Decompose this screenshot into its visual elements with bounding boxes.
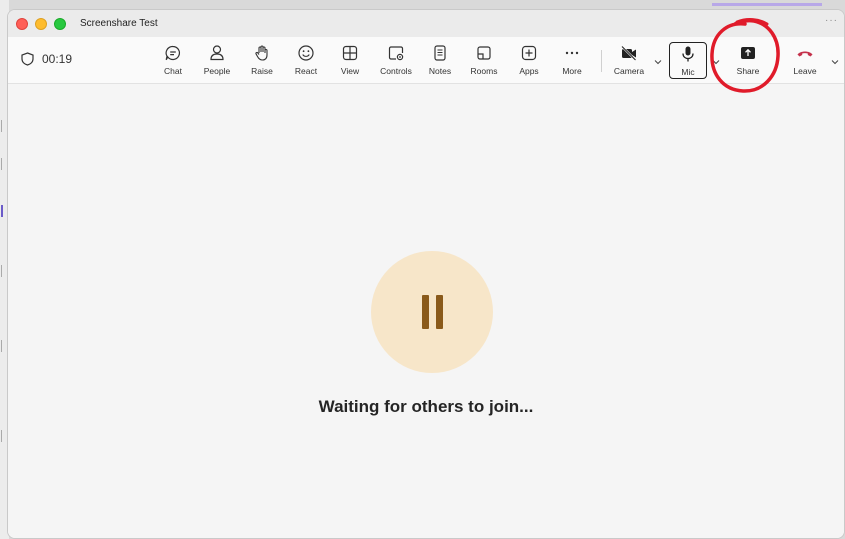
- camera-label: Camera: [613, 66, 645, 76]
- meeting-window: Screenshare Test ··· 00:19 Chat People R…: [7, 9, 845, 539]
- shield-icon: [21, 52, 34, 66]
- people-icon: [210, 45, 224, 61]
- phone-hangup-icon: [797, 51, 813, 57]
- toolbar-divider: [601, 50, 602, 72]
- chat-label: Chat: [164, 66, 182, 76]
- leave-label: Leave: [793, 66, 817, 76]
- waiting-avatar: [371, 251, 493, 373]
- camera-off-icon: [621, 45, 637, 61]
- share-icon: [741, 47, 755, 59]
- chat-icon: [165, 45, 181, 61]
- meeting-toolbar: 00:19 Chat People Raise React View Contr…: [8, 37, 844, 84]
- camera-button[interactable]: Camera: [606, 42, 652, 80]
- call-timer-text: 00:19: [42, 52, 73, 66]
- meeting-stage: Waiting for others to join...: [8, 84, 844, 538]
- share-button[interactable]: Share: [725, 42, 771, 80]
- window-title: Screenshare Test: [80, 18, 158, 29]
- more-button[interactable]: More: [549, 42, 595, 80]
- minimize-window-button[interactable]: [35, 18, 47, 30]
- apps-button[interactable]: Apps: [506, 42, 552, 80]
- title-bar: Screenshare Test ···: [8, 10, 844, 37]
- view-icon: [342, 45, 358, 61]
- notes-icon: [434, 45, 446, 61]
- react-label: React: [294, 66, 318, 76]
- apps-label: Apps: [519, 66, 539, 76]
- chat-button[interactable]: Chat: [150, 42, 196, 80]
- apps-icon: [521, 45, 537, 61]
- zoom-window-button[interactable]: [54, 18, 66, 30]
- controls-button[interactable]: Controls: [373, 42, 419, 80]
- chevron-down-icon: [831, 60, 839, 65]
- controls-label: Controls: [380, 66, 412, 76]
- close-window-button[interactable]: [16, 18, 28, 30]
- people-label: People: [203, 66, 231, 76]
- leave-button[interactable]: Leave: [782, 42, 828, 80]
- mic-options-dropdown[interactable]: [711, 54, 721, 65]
- notes-label: Notes: [428, 66, 452, 76]
- call-timer: 00:19: [21, 52, 72, 66]
- chevron-down-icon: [654, 60, 662, 65]
- title-more-button[interactable]: ···: [825, 15, 838, 26]
- rooms-icon: [477, 46, 491, 60]
- people-button[interactable]: People: [194, 42, 240, 80]
- share-label: Share: [736, 66, 760, 76]
- react-icon: [298, 45, 314, 61]
- react-button[interactable]: React: [283, 42, 329, 80]
- mic-button[interactable]: Mic: [669, 42, 707, 79]
- more-icon: [565, 51, 579, 55]
- view-label: View: [340, 66, 360, 76]
- raise-hand-icon: [255, 45, 268, 61]
- notes-button[interactable]: Notes: [417, 42, 463, 80]
- rooms-button[interactable]: Rooms: [461, 42, 507, 80]
- camera-options-dropdown[interactable]: [653, 54, 663, 65]
- mic-label: Mic: [681, 67, 695, 77]
- raise-label: Raise: [251, 66, 273, 76]
- view-button[interactable]: View: [327, 42, 373, 80]
- raise-hand-button[interactable]: Raise: [239, 42, 285, 80]
- leave-options-dropdown[interactable]: [830, 54, 840, 65]
- rooms-label: Rooms: [470, 66, 498, 76]
- controls-icon: [388, 46, 404, 61]
- more-label: More: [562, 66, 582, 76]
- mic-icon: [682, 46, 694, 62]
- pause-icon: [421, 295, 443, 329]
- waiting-message: Waiting for others to join...: [318, 397, 534, 416]
- background-window-edge: [712, 3, 822, 6]
- chevron-down-icon: [712, 60, 720, 65]
